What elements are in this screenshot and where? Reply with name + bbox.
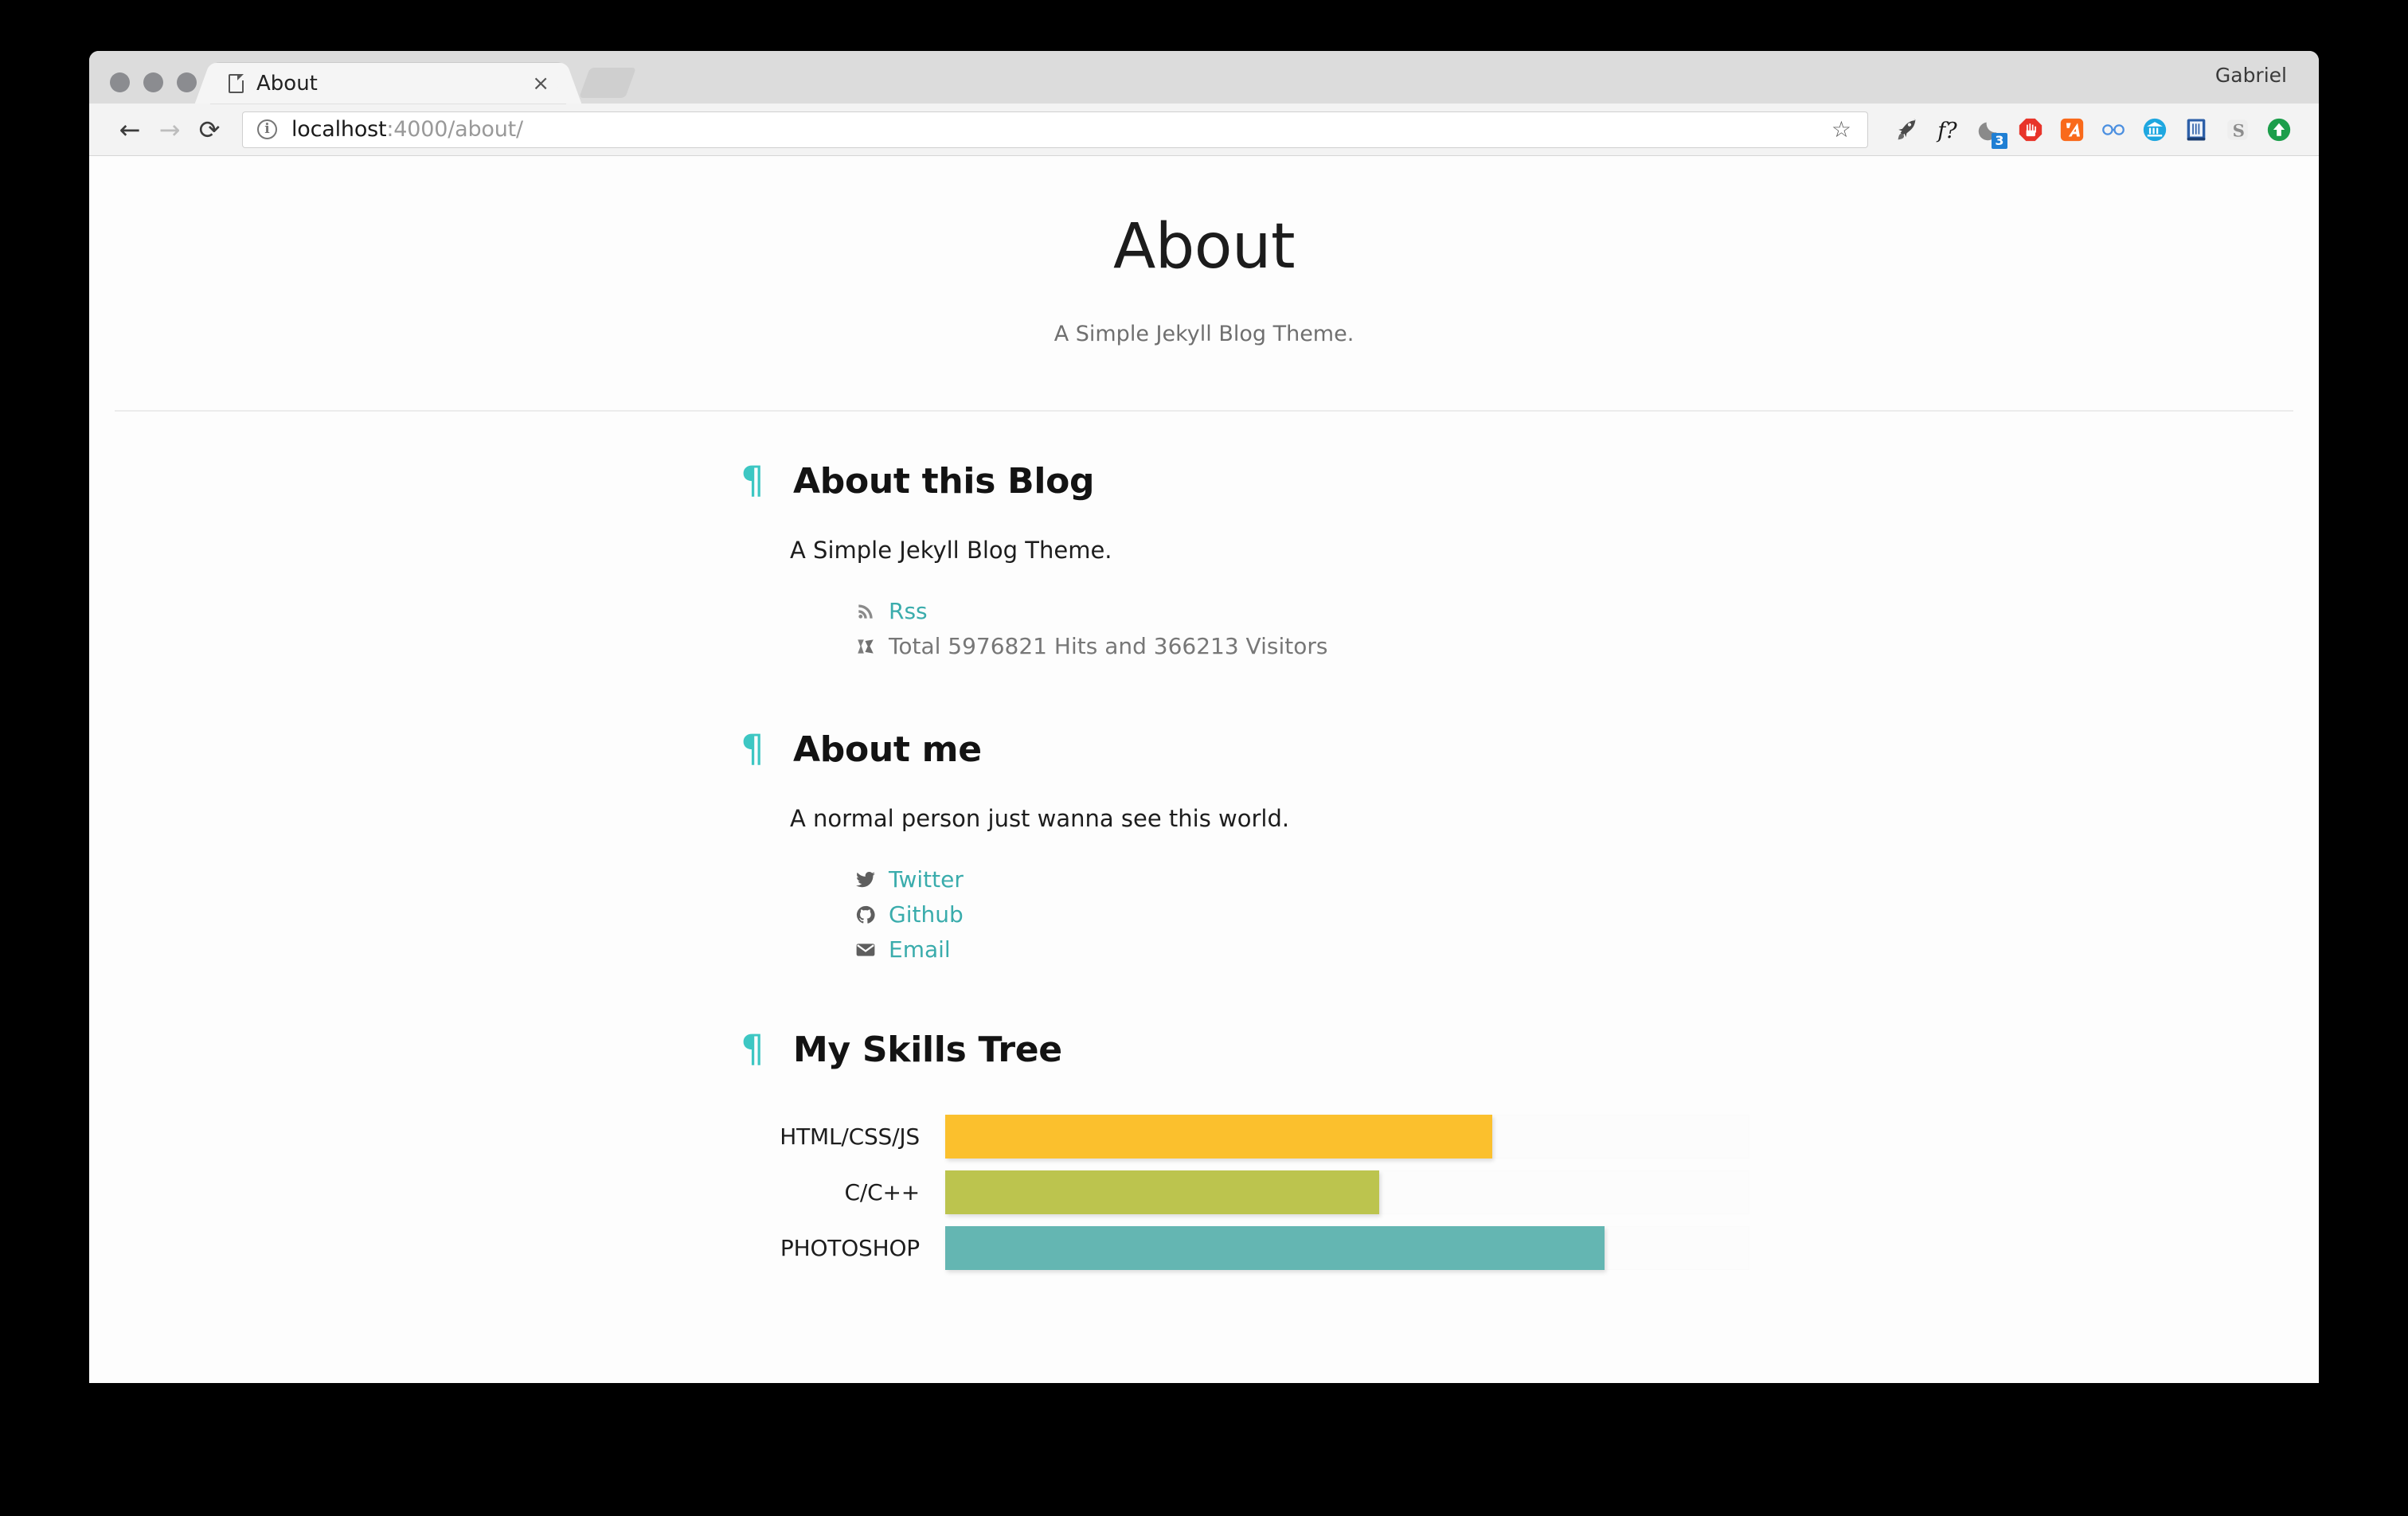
extensions-bar: f? 3 S <box>1886 109 2300 150</box>
list-item: Twitter <box>855 862 2319 897</box>
page-subtitle: A Simple Jekyll Blog Theme. <box>1054 321 1354 346</box>
skill-track <box>945 1226 1749 1271</box>
section-body-text: A normal person just wanna see this worl… <box>790 804 1290 832</box>
github-icon <box>855 905 889 925</box>
site-info-icon[interactable]: i <box>257 119 277 139</box>
list-item: Github <box>855 897 2319 932</box>
skill-bar <box>945 1170 1380 1215</box>
list-item: Rss <box>855 594 2319 629</box>
stop-hand-icon[interactable] <box>2010 109 2051 150</box>
skill-bar <box>945 1115 1492 1159</box>
section-heading: ¶ About this Blog <box>741 461 2319 502</box>
page-header: About A Simple Jekyll Blog Theme. <box>89 156 2319 346</box>
svg-text:S: S <box>2233 121 2245 141</box>
skills-bar-chart: HTML/CSS/JS C/C++ PHOTOSHOP <box>89 1110 2319 1276</box>
list-item: Email <box>855 932 2319 967</box>
close-icon[interactable]: × <box>529 73 553 94</box>
book-icon[interactable] <box>2175 109 2217 150</box>
section-heading: ¶ My Skills Tree <box>741 1030 2319 1070</box>
section-title: My Skills Tree <box>793 1029 1062 1070</box>
list-item: Total 5976821 Hits and 366213 Visitors <box>855 629 2319 664</box>
tab-strip: About × Gabriel <box>89 51 2319 104</box>
new-tab-button[interactable] <box>579 68 636 98</box>
section-about-this-blog: ¶ About this Blog A Simple Jekyll Blog T… <box>89 461 2319 664</box>
pilcrow-icon: ¶ <box>741 1026 764 1071</box>
function-question-icon[interactable]: f? <box>1927 109 1968 150</box>
browser-toolbar: ← → ⟳ i localhost:4000/about/ ☆ f? 3 S <box>89 104 2319 156</box>
skill-bar <box>945 1226 1605 1271</box>
page-title: About <box>1112 211 1296 283</box>
email-icon <box>855 940 889 960</box>
address-bar[interactable]: i localhost:4000/about/ ☆ <box>242 111 1868 148</box>
section-heading: ¶ About me <box>741 729 2319 770</box>
rss-link[interactable]: Rss <box>889 598 928 624</box>
moon-icon[interactable]: 3 <box>1968 109 2010 150</box>
reload-button[interactable]: ⟳ <box>190 110 229 150</box>
close-window-button[interactable] <box>110 72 130 92</box>
hits-visitors-text: Total 5976821 Hits and 366213 Visitors <box>889 633 1328 660</box>
page-content: About A Simple Jekyll Blog Theme. ¶ Abou… <box>89 156 2319 1382</box>
window-traffic-lights <box>89 72 211 104</box>
skill-label: C/C++ <box>844 1179 921 1206</box>
tab-title: About <box>256 71 318 96</box>
section-about-me: ¶ About me A normal person just wanna se… <box>89 729 2319 967</box>
rocket-icon[interactable] <box>1886 109 1927 150</box>
back-button[interactable]: ← <box>110 110 150 150</box>
rss-icon <box>855 601 889 622</box>
green-up-arrow-icon[interactable] <box>2258 109 2300 150</box>
moon-icon-badge: 3 <box>1992 132 2007 149</box>
skill-label: HTML/CSS/JS <box>780 1123 920 1151</box>
section-title: About this Blog <box>793 460 1095 502</box>
url-path: :4000/about/ <box>386 117 523 142</box>
browser-tab-about[interactable]: About × <box>211 63 565 104</box>
skill-track <box>945 1115 1749 1159</box>
skill-row: PHOTOSHOP <box>89 1221 2319 1276</box>
browser-window: About × Gabriel ← → ⟳ i localhost:4000/a… <box>89 51 2319 1383</box>
github-link[interactable]: Github <box>889 901 964 928</box>
social-links-list: Twitter Github Email <box>855 862 2319 967</box>
hits-counter-icon <box>855 636 889 657</box>
skill-row: HTML/CSS/JS <box>89 1110 2319 1164</box>
svg-text:f?: f? <box>1936 118 1957 143</box>
twitter-link[interactable]: Twitter <box>889 866 964 893</box>
orange-slash-icon[interactable] <box>2051 109 2093 150</box>
glasses-icon[interactable] <box>2093 109 2134 150</box>
section-body-text: A Simple Jekyll Blog Theme. <box>790 536 1112 564</box>
email-link[interactable]: Email <box>889 936 951 963</box>
pilcrow-icon: ¶ <box>741 726 764 771</box>
letter-s-icon[interactable]: S <box>2217 109 2258 150</box>
url-host: localhost <box>291 117 387 142</box>
section-my-skills-tree: ¶ My Skills Tree HTML/CSS/JS C/C++ PHOTOSH… <box>89 1030 2319 1276</box>
skill-label: PHOTOSHOP <box>780 1235 920 1262</box>
article-content: ¶ About this Blog A Simple Jekyll Blog T… <box>89 412 2319 1276</box>
skill-track <box>945 1170 1749 1215</box>
forward-button[interactable]: → <box>150 110 190 150</box>
bookmark-star-icon[interactable]: ☆ <box>1827 116 1856 143</box>
document-icon <box>229 73 244 93</box>
maximize-window-button[interactable] <box>177 72 197 92</box>
section-title: About me <box>793 729 982 770</box>
profile-name[interactable]: Gabriel <box>2215 64 2287 87</box>
twitter-icon <box>855 869 889 890</box>
pilcrow-icon: ¶ <box>741 458 764 502</box>
url-text: localhost:4000/about/ <box>291 117 1827 142</box>
bank-icon[interactable] <box>2134 109 2175 150</box>
blog-meta-list: Rss Total 5976821 Hits and 366213 Visito… <box>855 594 2319 664</box>
skill-row: C/C++ <box>89 1166 2319 1220</box>
minimize-window-button[interactable] <box>143 72 163 92</box>
